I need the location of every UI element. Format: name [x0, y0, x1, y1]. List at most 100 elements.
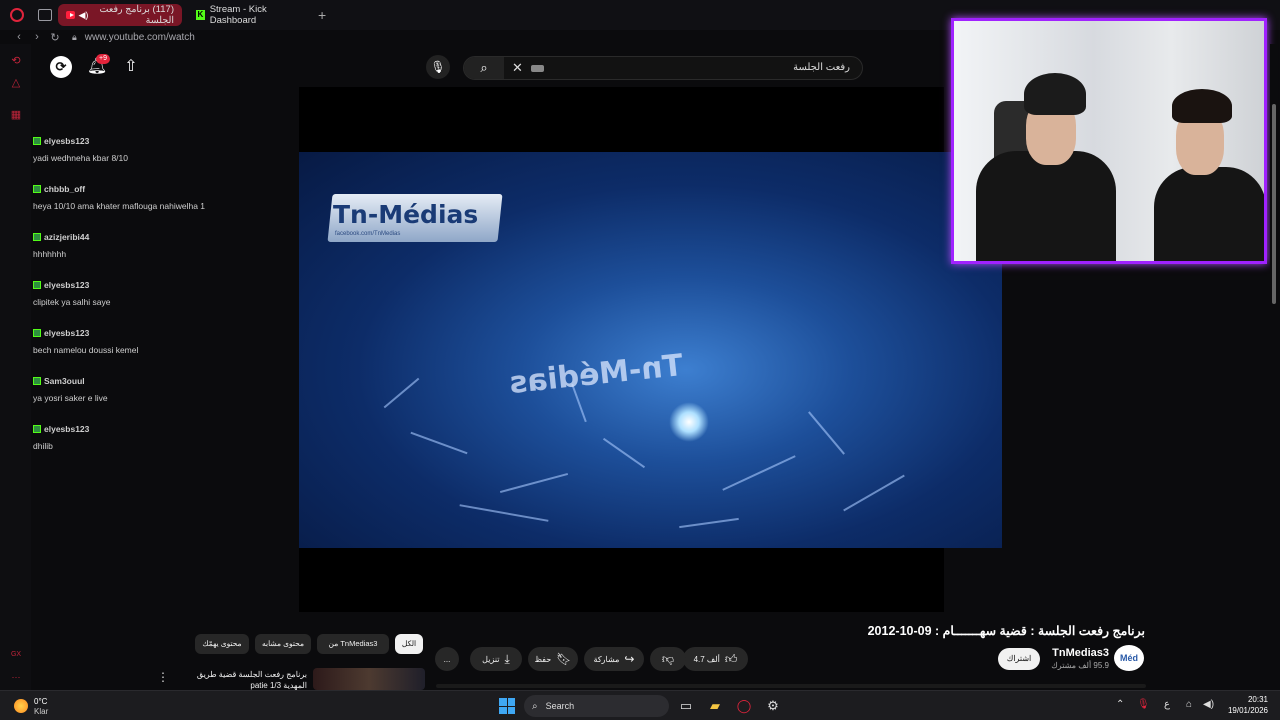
microphone-tray-icon[interactable]: 🎙︎: [1137, 699, 1150, 710]
account-avatar[interactable]: ⟳: [50, 56, 72, 78]
chat-message: chbbb_off heya 10/10 ama khater maflouga…: [33, 184, 283, 232]
reload-icon[interactable]: ↻: [48, 31, 62, 44]
recommended-video[interactable]: ⋮ برنامج رفعت الجلسة قضية طريق المهدية p…: [155, 668, 425, 690]
person-left: [976, 151, 1116, 261]
opera-logo-icon[interactable]: [10, 8, 24, 22]
like-button[interactable]: 4.7 ألف 👍︎: [683, 647, 748, 671]
chip-related[interactable]: محتوى مشابه: [255, 634, 311, 654]
chat-badge-icon: [33, 281, 41, 289]
search-input[interactable]: رفعت الجلسة: [793, 62, 850, 73]
youtube-header: ⟳ 🔔︎ +9 ⇧ 🎙︎ ⌕ ✕ رفعت الجلسة: [31, 50, 948, 86]
weather-sun-icon: [14, 699, 28, 713]
task-view-icon[interactable]: ▭: [676, 696, 696, 716]
dislike-button[interactable]: 👎︎: [650, 647, 686, 671]
search-icon[interactable]: ⌕: [464, 57, 504, 79]
recommended-title[interactable]: برنامج رفعت الجلسة قضية طريق المهدية pat…: [177, 669, 307, 691]
bookmark-icon: 🔖︎: [556, 652, 572, 666]
flow-icon[interactable]: ⟲: [9, 54, 23, 68]
channel-avatar[interactable]: Méd: [1114, 645, 1144, 671]
chat-username: elyesbs123: [44, 280, 90, 290]
channel-name[interactable]: TnMedias3: [1052, 647, 1109, 659]
webcam-overlay: [951, 18, 1267, 264]
watermark-subtext: facebook.com/TnMedias: [335, 231, 401, 237]
tab-label: Stream - Kick Dashboard: [209, 4, 267, 26]
notifications-button[interactable]: 🔔︎ +9: [86, 54, 110, 78]
refresh-avatar-icon: ⟳: [50, 56, 72, 78]
back-icon[interactable]: ‹: [12, 31, 26, 43]
taskbar-search[interactable]: ⌕ Search: [524, 695, 669, 717]
file-explorer-icon[interactable]: ▰: [705, 696, 725, 716]
clear-search-icon[interactable]: ✕: [512, 60, 523, 76]
opera-gx-icon[interactable]: ◯: [734, 696, 754, 716]
tray-chevron-icon[interactable]: ⌃: [1116, 699, 1124, 710]
chat-text: yadi wedhneha kbar 8/10: [33, 153, 128, 163]
share-label: مشاركة: [593, 654, 620, 664]
more-icon: ...: [443, 654, 451, 664]
upload-button[interactable]: ⇧: [120, 56, 142, 78]
download-button[interactable]: تنزيل ⤓: [470, 647, 522, 671]
save-label: حفظ: [534, 654, 552, 664]
chat-username: chbbb_off: [44, 184, 86, 194]
save-button[interactable]: حفظ 🔖︎: [528, 647, 578, 671]
loading-placeholder: [436, 684, 1146, 688]
forward-icon[interactable]: ›: [30, 31, 44, 43]
download-label: تنزيل: [482, 654, 500, 664]
volume-icon[interactable]: ◀): [1203, 699, 1214, 710]
taskbar-clock[interactable]: 20:31 19/01/2026: [1228, 694, 1268, 716]
search-box[interactable]: ⌕ ✕ رفعت الجلسة: [463, 56, 863, 80]
chat-text: heya 10/10 ama khater maflouga nahiwelha…: [33, 201, 206, 211]
tab-kick-dashboard[interactable]: K Stream - Kick Dashboard: [188, 4, 310, 26]
share-button[interactable]: مشاركة ↪: [584, 647, 644, 671]
url-field[interactable]: www.youtube.com/watch: [85, 32, 195, 43]
gx-icon[interactable]: GX: [9, 651, 23, 665]
chat-username: azizjeribi44: [44, 232, 90, 242]
chip-for-you[interactable]: محتوى يهمّك: [195, 634, 249, 654]
windows-start-icon[interactable]: [499, 698, 515, 714]
windows-taskbar: 0°C Klar ⌕ Search ▭ ▰ ◯ ⚙ ⌃ 🎙︎ ع ⌂ ◀) 20…: [0, 690, 1280, 720]
language-indicator[interactable]: ع: [1164, 699, 1170, 710]
video-player[interactable]: Tn-Médias facebook.com/TnMedias Tn-Média…: [299, 87, 1002, 612]
chat-badge-icon: [33, 185, 41, 193]
page-scrollbar[interactable]: [1270, 44, 1278, 690]
speaker-icon[interactable]: ◀): [79, 10, 89, 21]
clock-time: 20:31: [1247, 695, 1268, 704]
like-count: 4.7 ألف: [693, 654, 720, 664]
voice-search-button[interactable]: 🎙︎: [426, 55, 450, 79]
chat-badge-icon: [33, 377, 41, 385]
new-tab-button[interactable]: +: [318, 7, 326, 23]
chip-all[interactable]: الكل: [395, 634, 423, 654]
scrollbar-thumb[interactable]: [1272, 104, 1276, 304]
tab-overview-icon[interactable]: [38, 9, 52, 21]
thumbs-up-icon: 👍︎: [724, 651, 738, 666]
opera-sidebar: ⟲ △ ▦ GX ···: [0, 44, 31, 690]
video-frame[interactable]: Tn-Médias facebook.com/TnMedias Tn-Média…: [299, 152, 1002, 548]
share-icon: ↪: [624, 652, 635, 666]
keyboard-icon[interactable]: [530, 64, 544, 72]
chip-from-channel[interactable]: من TnMedias3: [317, 634, 389, 654]
kebab-menu-icon[interactable]: ⋮: [157, 670, 169, 684]
subscribe-button[interactable]: اشتراك: [998, 648, 1040, 670]
app-icon[interactable]: ⚙: [763, 696, 783, 716]
more-icon[interactable]: ···: [9, 672, 23, 686]
network-icon[interactable]: ⌂: [1186, 699, 1192, 710]
weather-widget[interactable]: 0°C Klar: [14, 695, 62, 717]
tab-label: (117) برنامج رفعت الجلسة: [99, 4, 174, 26]
chat-message: azizjeribi44 hhhhhhh: [33, 232, 283, 280]
watermark-text: Tn-Médias: [333, 200, 479, 229]
taskbar-search-label: Search: [545, 701, 575, 711]
weather-temp: 0°C: [34, 697, 48, 706]
chat-message: elyesbs123 dhilib: [33, 424, 283, 472]
upload-icon: ⇧: [124, 58, 138, 75]
apps-grid-icon[interactable]: ▦: [9, 108, 23, 122]
search-icon: ⌕: [532, 700, 538, 712]
youtube-icon: [66, 11, 75, 19]
chat-badge-icon: [33, 233, 41, 241]
tab-youtube[interactable]: ◀) (117) برنامج رفعت الجلسة: [58, 4, 182, 26]
aria-icon[interactable]: △: [9, 76, 23, 90]
mirrored-logo-text: Tn-Médias: [507, 347, 685, 402]
more-actions-button[interactable]: ...: [435, 647, 459, 671]
chat-username: elyesbs123: [44, 136, 90, 146]
download-icon: ⤓: [504, 651, 510, 666]
recommended-thumbnail[interactable]: [313, 668, 425, 690]
chat-username: elyesbs123: [44, 424, 90, 434]
